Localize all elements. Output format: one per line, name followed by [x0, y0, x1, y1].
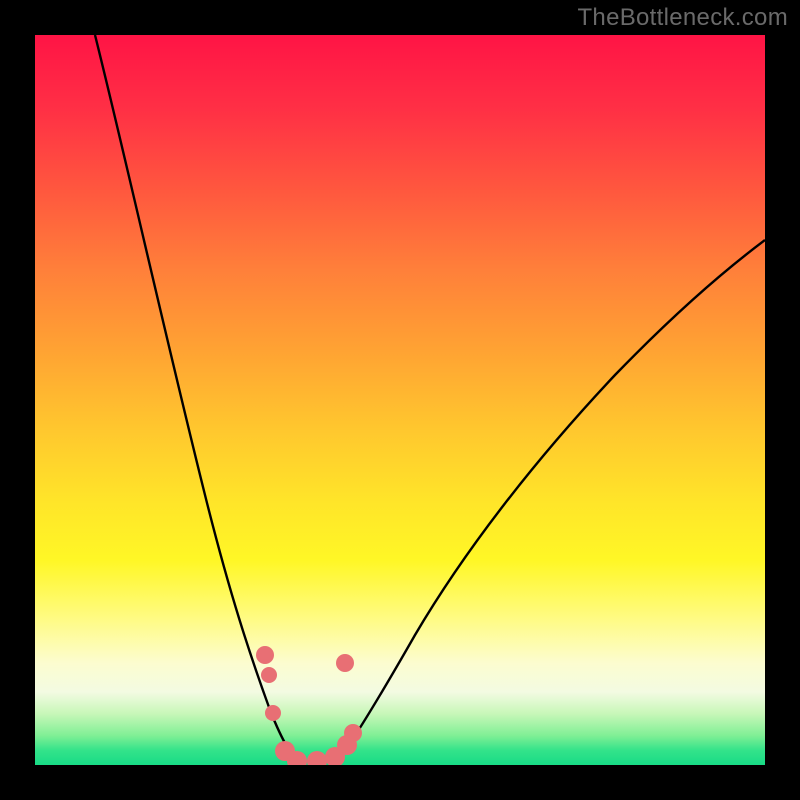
curve-right: [335, 240, 765, 765]
marker: [265, 705, 281, 721]
plot-area: [35, 35, 765, 765]
marker-group: [256, 646, 362, 765]
watermark-text: TheBottleneck.com: [577, 4, 788, 32]
marker: [261, 667, 277, 683]
curve-layer: [35, 35, 765, 765]
chart-frame: TheBottleneck.com: [0, 0, 800, 800]
marker: [256, 646, 274, 664]
marker: [336, 654, 354, 672]
marker: [307, 751, 327, 765]
marker: [344, 724, 362, 742]
